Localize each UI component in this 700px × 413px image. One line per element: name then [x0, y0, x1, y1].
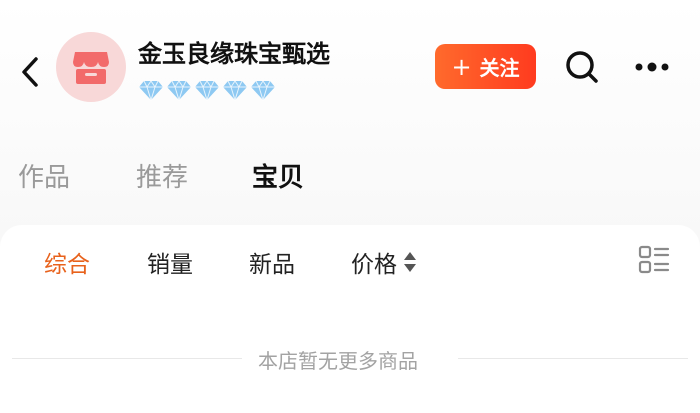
diamond-icon [195, 80, 219, 102]
follow-label: 关注 [479, 56, 520, 80]
divider-right [458, 358, 688, 359]
shop-avatar[interactable] [56, 32, 126, 102]
back-button[interactable] [14, 52, 46, 92]
shop-name: 金玉良缘珠宝甄选 [138, 40, 330, 68]
sort-sales[interactable]: 销量 [147, 245, 193, 279]
divider-left [12, 358, 242, 359]
list-layout-icon [638, 245, 670, 274]
diamond-icon [167, 80, 191, 102]
sort-arrows-icon [404, 252, 416, 272]
sort-comprehensive-label: 综合 [44, 252, 90, 278]
follow-button[interactable]: + 关注 [435, 44, 536, 89]
diamond-icon [139, 80, 163, 102]
layout-toggle-button[interactable] [638, 244, 670, 276]
sort-comprehensive[interactable]: 综合 [44, 245, 90, 279]
products-panel [0, 225, 700, 413]
more-button[interactable] [630, 52, 674, 82]
diamond-icon [251, 80, 275, 102]
sort-sales-label: 销量 [147, 252, 193, 278]
sort-price-label: 价格 [351, 252, 397, 278]
search-icon [566, 51, 598, 83]
diamond-icon [223, 80, 247, 102]
store-icon [73, 52, 109, 84]
tab-products[interactable]: 宝贝 [252, 157, 304, 194]
more-dots-icon [635, 62, 669, 72]
plus-icon: + [451, 52, 472, 81]
no-more-products-text: 本店暂无更多商品 [258, 349, 418, 373]
tab-recommend[interactable]: 推荐 [136, 157, 188, 194]
search-button[interactable] [563, 48, 601, 86]
sort-new[interactable]: 新品 [249, 245, 295, 279]
sort-price[interactable]: 价格 [351, 245, 417, 279]
shop-rating-diamonds [138, 76, 276, 102]
tab-works[interactable]: 作品 [18, 157, 70, 194]
sort-new-label: 新品 [249, 252, 295, 278]
chevron-left-icon [22, 57, 38, 87]
